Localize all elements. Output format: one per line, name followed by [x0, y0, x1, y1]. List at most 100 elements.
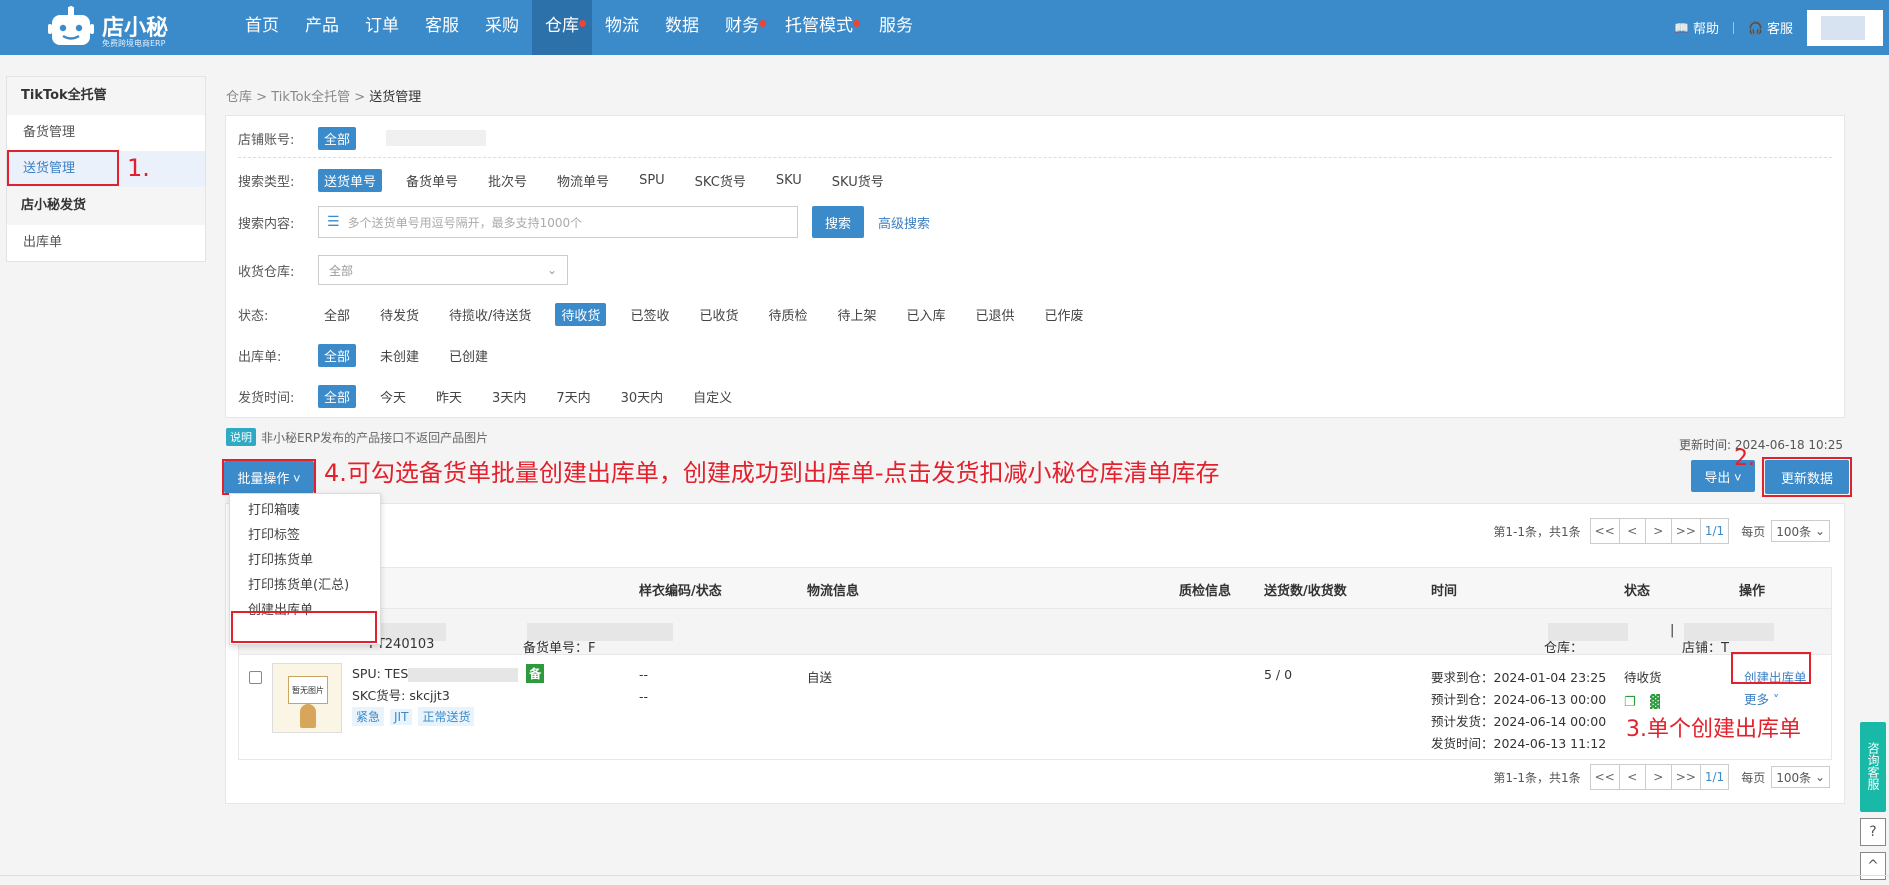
pager-last[interactable]: >> — [1670, 764, 1701, 790]
status-option[interactable]: 待质检 — [762, 303, 813, 326]
help-link-label: 帮助 — [1693, 22, 1720, 37]
filter-shop-all[interactable]: 全部 — [318, 126, 357, 150]
header-sample: 样衣编码/状态 — [639, 584, 722, 599]
nav-item[interactable]: 首页 — [232, 0, 292, 55]
filter-search-type-row: 搜索类型: 送货单号 备货单号 批次号 物流单号 SPU SKC货号 SKU SKU货号 — [238, 168, 908, 192]
help-link[interactable]: 📖 帮助 — [1674, 18, 1720, 38]
status-option[interactable]: 已入库 — [901, 303, 952, 326]
status-option[interactable]: 待发货 — [374, 303, 425, 326]
book-icon: 📖 — [1674, 20, 1690, 35]
help-float-button[interactable]: ? — [1860, 818, 1886, 846]
search-button[interactable]: 搜索 — [812, 206, 864, 238]
export-label: 导出 — [1704, 469, 1731, 485]
row-time-line: 发货时间：2024-06-13 11:12 — [1431, 736, 1607, 751]
search-type-option[interactable]: SKU货号 — [826, 169, 890, 192]
status-option[interactable]: 已退供 — [970, 303, 1021, 326]
group-warehouse-label: 仓库： — [1544, 641, 1584, 656]
dropdown-item[interactable]: 打印拣货单 — [248, 549, 313, 568]
dropdown-item[interactable]: 打印拣货单(汇总) — [248, 574, 349, 593]
nav-item-label: 首页 — [245, 16, 279, 36]
headset-icon: 🎧 — [1748, 20, 1763, 35]
search-type-option[interactable]: SPU — [633, 171, 671, 190]
pager-prev[interactable]: < — [1618, 764, 1646, 790]
search-type-option[interactable]: 批次号 — [482, 169, 533, 192]
top-navbar: 店小秘 免费跨境电商ERP 首页 产品 订单 客服 采购 仓库 物流 数据 财务 托管模式 服务 📖… — [0, 0, 1889, 55]
nav-item[interactable]: 财务 — [712, 0, 772, 55]
pager-per-label: 每页 — [1741, 524, 1766, 539]
status-option[interactable]: 待上架 — [831, 303, 882, 326]
breadcrumb-tiktok[interactable]: TikTok全托管 — [271, 90, 350, 105]
search-type-option[interactable]: SKU — [770, 171, 808, 190]
nav-item[interactable]: 数据 — [652, 0, 712, 55]
product-thumbnail[interactable]: 暂无图片 — [272, 663, 342, 733]
pager-first[interactable]: << — [1589, 764, 1620, 790]
outbound-option[interactable]: 未创建 — [374, 344, 425, 367]
row-checkbox[interactable] — [249, 671, 262, 684]
status-option[interactable]: 已收货 — [693, 303, 744, 326]
ship-time-option[interactable]: 30天内 — [615, 385, 670, 408]
search-type-option[interactable]: 备货单号 — [400, 169, 464, 192]
nav-item[interactable]: 物流 — [592, 0, 652, 55]
brand-tagline: 免费跨境电商ERP — [102, 39, 166, 48]
pager-prev[interactable]: < — [1618, 518, 1646, 544]
pager-summary: 第1-1条，共1条 — [1493, 770, 1581, 785]
ship-time-option[interactable]: 3天内 — [486, 385, 532, 408]
outbound-option[interactable]: 全部 — [318, 343, 357, 367]
sidebar-item-outbound[interactable]: 出库单 — [7, 225, 205, 261]
annotation-box-update — [1762, 457, 1852, 497]
per-page-select[interactable]: 100条 ⌄ — [1771, 766, 1830, 788]
annotation-box-create — [1731, 652, 1811, 684]
shop-account-blurred[interactable] — [386, 130, 487, 146]
status-option[interactable]: 已作废 — [1039, 303, 1090, 326]
service-link[interactable]: 🎧 客服 — [1748, 18, 1793, 38]
dropdown-item[interactable]: 打印箱唛 — [248, 499, 300, 518]
breadcrumb: 仓库 > TikTok全托管 > 送货管理 — [226, 86, 421, 105]
sidebar-item-stock-management[interactable]: 备货管理 — [7, 115, 205, 151]
ship-time-option[interactable]: 全部 — [318, 384, 357, 408]
search-type-option[interactable]: 物流单号 — [551, 169, 615, 192]
search-input[interactable]: ☰ 多个送货单号用逗号隔开，最多支持1000个 — [318, 206, 798, 238]
pager-page[interactable]: 1/1 — [1699, 518, 1730, 544]
copy-icon[interactable]: ❐ — [1624, 695, 1636, 710]
nav-item[interactable]: 托管模式 — [772, 0, 866, 55]
header-qty: 送货数/收货数 — [1264, 584, 1347, 599]
per-page-select[interactable]: 100条 ⌄ — [1771, 520, 1830, 542]
pager-last[interactable]: >> — [1670, 518, 1701, 544]
ship-time-option[interactable]: 7天内 — [550, 385, 596, 408]
nav-item[interactable]: 客服 — [412, 0, 472, 55]
brand-logo[interactable]: 店小秘 免费跨境电商ERP — [48, 2, 178, 52]
warehouse-select-value: 全部 — [329, 263, 354, 278]
pager-next[interactable]: > — [1644, 518, 1672, 544]
dropdown-item[interactable]: 打印标签 — [248, 524, 300, 543]
warehouse-select[interactable]: 全部 ⌄ — [318, 255, 568, 285]
row-spu-text: SPU: TES — [352, 666, 409, 681]
breadcrumb-warehouse[interactable]: 仓库 — [226, 90, 252, 105]
search-type-option[interactable]: SKC货号 — [689, 169, 752, 192]
status-option[interactable]: 已签收 — [624, 303, 675, 326]
nav-item[interactable]: 产品 — [292, 0, 352, 55]
outbound-option[interactable]: 已创建 — [443, 344, 494, 367]
search-type-option[interactable]: 送货单号 — [318, 168, 383, 192]
ship-time-option[interactable]: 昨天 — [430, 385, 468, 408]
consult-service-button[interactable]: 咨询客服 — [1860, 722, 1886, 812]
more-link[interactable]: 更多 ˅ — [1744, 689, 1779, 708]
ship-time-option[interactable]: 今天 — [374, 385, 412, 408]
barcode-icon[interactable]: ▓ — [1650, 695, 1660, 710]
table-row: 暂无图片 SPU: TES 备 SKC货号: skcjjt3 紧急 JIT 正常送货 … — [238, 655, 1832, 760]
status-option[interactable]: 全部 — [318, 303, 356, 326]
nav-item[interactable]: 采购 — [472, 0, 532, 55]
nav-item[interactable]: 服务 — [866, 0, 926, 55]
status-option[interactable]: 待收货 — [555, 302, 607, 326]
nav-item-label: 物流 — [605, 16, 639, 36]
pager-page[interactable]: 1/1 — [1699, 764, 1730, 790]
pager-next[interactable]: > — [1644, 764, 1672, 790]
status-option[interactable]: 待揽收/待送货 — [443, 303, 537, 326]
user-account-box[interactable] — [1807, 9, 1883, 46]
ship-time-option[interactable]: 自定义 — [687, 385, 738, 408]
nav-item[interactable]: 订单 — [352, 0, 412, 55]
nav-item[interactable]: 仓库 — [532, 0, 592, 55]
pager-first[interactable]: << — [1589, 518, 1620, 544]
advanced-search-link[interactable]: 高级搜索 — [878, 213, 930, 232]
more-link-label: 更多 — [1744, 692, 1770, 707]
filter-warehouse-row: 收货仓库: 全部 ⌄ — [238, 254, 568, 286]
